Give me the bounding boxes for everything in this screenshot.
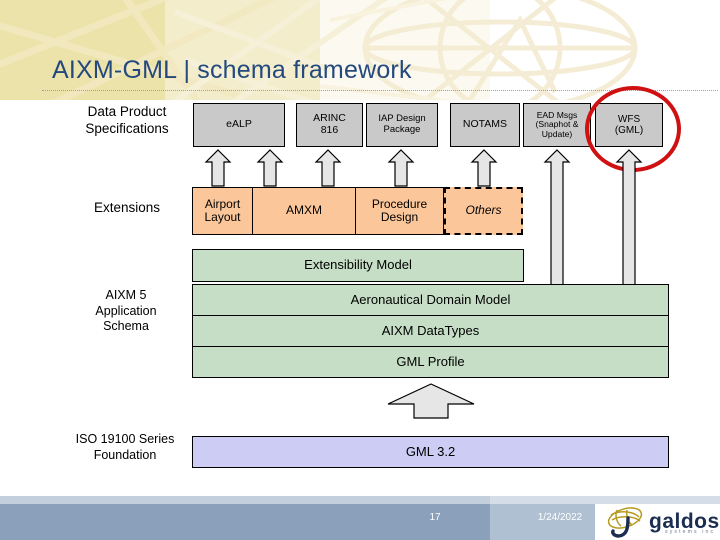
band-aixm-datatypes[interactable]: AIXM DataTypes: [192, 315, 669, 347]
box-ealp[interactable]: eALP: [193, 103, 285, 147]
galdos-tagline: systems inc: [665, 529, 716, 535]
band-aeronautical-domain-model[interactable]: Aeronautical Domain Model: [192, 284, 669, 316]
slide-title: AIXM-GML | schema framework: [52, 56, 412, 84]
box-notams[interactable]: NOTAMS: [450, 103, 520, 147]
row-label-aixm-application-schema: AIXM 5 Application Schema: [60, 288, 192, 335]
box-airport-layout[interactable]: Airport Layout: [192, 187, 253, 235]
row-label-iso-foundation: ISO 19100 Series Foundation: [55, 432, 195, 463]
box-ead-msgs[interactable]: EAD Msgs (Snaphot & Update): [523, 103, 591, 147]
arrows-domain-model-to-specs: [543, 149, 643, 287]
box-arinc-816[interactable]: ARINC 816: [296, 103, 363, 147]
row-label-data-product-specifications: Data Product Specifications: [62, 104, 192, 138]
band-extensibility-model-label: Extensibility Model: [304, 257, 412, 273]
band-gml-3-2-label: GML 3.2: [405, 443, 456, 459]
box-ealp-label: eALP: [226, 118, 252, 131]
row-label-extensions: Extensions: [62, 200, 192, 217]
box-notams-label: NOTAMS: [462, 118, 508, 131]
decorative-banner: [0, 0, 720, 100]
row-label-extensions-text: Extensions: [93, 200, 161, 215]
arrow-gml32-to-gml-profile: [387, 383, 475, 419]
row-label-aixm-line-2: Application: [95, 303, 157, 318]
row-label-line-1: Data Product: [87, 104, 167, 119]
box-others[interactable]: Others: [444, 187, 523, 235]
box-procedure-design[interactable]: Procedure Design: [355, 187, 444, 235]
band-extensibility-model[interactable]: Extensibility Model: [192, 249, 524, 282]
band-gml-3-2[interactable]: GML 3.2: [192, 436, 669, 468]
row-label-iso-line-1: ISO 19100 Series: [75, 432, 175, 446]
box-others-label: Others: [465, 203, 502, 218]
box-ead-msgs-label-line-3: Update): [541, 128, 573, 139]
box-iap-design-package-label-line-2: Package: [383, 124, 421, 135]
band-aeronautical-domain-model-label: Aeronautical Domain Model: [350, 291, 511, 307]
band-gml-profile-label: GML Profile: [396, 353, 465, 369]
box-iap-design-package[interactable]: IAP Design Package: [366, 103, 438, 147]
box-procedure-design-label-line-2: Design: [380, 210, 419, 224]
slide-date: 1/24/2022: [537, 512, 583, 523]
galdos-swirl-logo-icon: [607, 507, 643, 538]
box-airport-layout-label-line-1: Airport: [204, 196, 241, 211]
row-label-aixm-line-1: AIXM 5: [105, 288, 147, 302]
row-label-line-2: Specifications: [85, 120, 169, 136]
band-gml-profile[interactable]: GML Profile: [192, 346, 669, 378]
globe-graphic-icon: [0, 0, 638, 100]
box-airport-layout-label-line-2: Layout: [204, 210, 241, 224]
row-label-aixm-line-3: Schema: [103, 319, 149, 334]
box-arinc-816-label-line-2: 816: [320, 124, 339, 136]
box-amxm-label: AMXM: [286, 203, 322, 218]
slide-number: 17: [429, 512, 441, 523]
box-procedure-design-label-line-1: Procedure: [371, 196, 428, 211]
slide-canvas: AIXM-GML | schema framework Data Product…: [0, 0, 720, 540]
row-label-iso-line-2: Foundation: [93, 447, 157, 462]
band-aixm-datatypes-label: AIXM DataTypes: [381, 322, 480, 338]
footer-thin-bar-right: [490, 496, 720, 504]
box-amxm[interactable]: AMXM: [252, 187, 356, 235]
